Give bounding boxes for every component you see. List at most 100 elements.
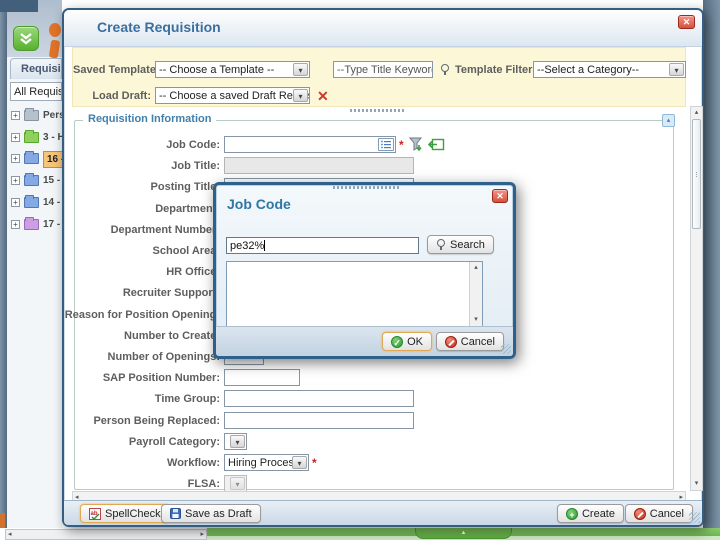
field-label-department: Department: <box>64 203 220 215</box>
close-icon[interactable]: ✕ <box>492 189 508 203</box>
tree-expand-icon[interactable]: + <box>11 198 20 207</box>
field-workflow-select[interactable]: Hiring Process▾ <box>224 454 309 471</box>
field-control <box>224 369 300 386</box>
import-position-icon[interactable] <box>428 138 445 151</box>
collapse-section-icon[interactable]: ▴ <box>662 114 675 127</box>
title-keywords-input[interactable]: --Type Title Keyword(s)-- <box>333 61 433 78</box>
folder-icon <box>24 219 39 230</box>
dropdown-arrow-icon[interactable]: ▾ <box>669 63 684 76</box>
filter-icon[interactable] <box>408 137 424 152</box>
field-label-school_area: School Area: <box>64 245 220 257</box>
field-flsa-select[interactable]: ▾ <box>224 475 247 491</box>
page-right-edge <box>703 0 720 528</box>
ok-label: OK <box>407 336 423 348</box>
footer-expander-tab[interactable]: ▲ <box>415 528 512 539</box>
double-chevron-down-icon <box>19 33 33 45</box>
jobcode-search-input[interactable]: pe32% <box>226 237 419 254</box>
close-icon[interactable]: ✕ <box>678 15 695 29</box>
load-draft-label: Load Draft: <box>73 90 151 102</box>
delete-draft-icon[interactable]: ✕ <box>317 88 329 105</box>
scroll-left-icon[interactable]: ◂ <box>8 530 12 539</box>
requisition-filter-select[interactable]: All Requisitions <box>10 82 62 101</box>
field-label-hr_office: HR Office: <box>64 266 220 278</box>
ok-button[interactable]: ✓ OK <box>382 332 432 351</box>
tree-expand-icon[interactable]: + <box>11 154 20 163</box>
dropdown-arrow-icon[interactable]: ▾ <box>293 63 308 76</box>
cancel-button[interactable]: Cancel <box>625 504 693 523</box>
create-button[interactable]: + Create <box>557 504 624 523</box>
field-label-department_number: Department Number: <box>64 224 220 236</box>
field-label-workflow: Workflow: <box>64 457 220 469</box>
tree-expand-icon[interactable]: + <box>11 133 20 142</box>
dropdown-arrow-icon[interactable]: ▾ <box>292 456 307 469</box>
dropdown-arrow-icon[interactable]: ▾ <box>230 435 245 448</box>
panel-splitter-handle[interactable] <box>350 109 406 112</box>
cancel-button[interactable]: Cancel <box>436 332 504 351</box>
field-job_title-input[interactable] <box>224 157 414 174</box>
tree-item[interactable]: +Perso <box>7 106 62 126</box>
load-draft-value: -- Choose a saved Draft Requisition -- <box>159 90 310 102</box>
dialog-titlebar[interactable]: Create Requisition <box>64 10 702 47</box>
page-top-corner <box>0 0 38 12</box>
tree-expand-icon[interactable]: + <box>11 220 20 229</box>
field-person_being_replaced-input[interactable] <box>224 412 414 429</box>
field-label-person_being_replaced: Person Being Replaced: <box>64 415 220 427</box>
tree-expand-icon[interactable]: + <box>11 111 20 120</box>
dropdown-arrow-icon[interactable]: ▾ <box>230 477 245 490</box>
plus-icon: + <box>566 508 578 520</box>
page-horizontal-scrollbar[interactable]: ◂ ▸ <box>5 529 207 540</box>
field-control <box>224 390 414 407</box>
scroll-down-icon[interactable]: ▾ <box>691 479 702 489</box>
template-filters-select[interactable]: --Select a Category-- ▾ <box>533 61 686 78</box>
collapse-panel-button[interactable] <box>13 26 39 51</box>
spellcheck-button[interactable]: ab SpellCheck <box>80 504 170 523</box>
tree-item[interactable]: +16 - <box>7 149 62 169</box>
form-row: SAP Position Number: <box>64 369 686 388</box>
scroll-down-icon[interactable]: ▾ <box>470 315 482 325</box>
vertical-scroll-thumb[interactable] <box>692 119 701 229</box>
dialog-vertical-scrollbar[interactable]: ▴ ▾ <box>690 106 703 491</box>
required-marker: * <box>399 138 404 152</box>
jobcode-search-button[interactable]: Search <box>427 235 494 254</box>
field-control: ▾ <box>224 475 247 491</box>
form-row: Workflow: Hiring Process▾* <box>64 454 686 473</box>
field-job_code-input[interactable] <box>224 136 396 153</box>
field-control: Hiring Process▾* <box>224 454 317 471</box>
field-workflow-value: Hiring Process <box>228 457 300 469</box>
scroll-up-icon[interactable]: ▴ <box>691 108 702 118</box>
scroll-right-icon[interactable]: ▸ <box>200 530 204 539</box>
field-payroll_category-select[interactable]: ▾ <box>224 433 247 450</box>
tree-item[interactable]: +17 - <box>7 215 62 235</box>
jobcode-dialog-footer: ✓ OK Cancel <box>216 326 513 356</box>
field-label-job_code: Job Code: <box>64 139 220 151</box>
save-as-draft-button[interactable]: Save as Draft <box>161 504 261 523</box>
field-time_group-input[interactable] <box>224 390 414 407</box>
template-filters-label: Template Filters: <box>455 64 531 76</box>
check-icon: ✓ <box>391 336 403 348</box>
saved-templates-label: Saved Templates: <box>73 64 151 76</box>
cancel-label: Cancel <box>650 508 684 520</box>
tree-expand-icon[interactable]: + <box>11 176 20 185</box>
dialog-drag-handle[interactable] <box>333 186 399 189</box>
folder-icon <box>24 110 39 121</box>
tree-item-label: 14 - <box>43 197 62 208</box>
field-control: ▾ <box>224 433 247 450</box>
job-code-lookup-button[interactable] <box>378 138 394 151</box>
field-label-number_to_create: Number to Create: <box>64 330 220 342</box>
listbox-scrollbar[interactable]: ▴ ▾ <box>469 262 482 326</box>
dropdown-arrow-icon[interactable]: ▾ <box>293 89 308 102</box>
jobcode-dialog-title: Job Code <box>227 196 291 212</box>
sidebar-footer-fragment <box>0 513 5 528</box>
saved-templates-select[interactable]: -- Choose a Template -- ▾ <box>155 61 310 78</box>
tree-item[interactable]: +14 - <box>7 193 62 213</box>
spellcheck-icon: ab <box>89 508 101 520</box>
field-sap_position_number-input[interactable] <box>224 369 300 386</box>
tab-requisitions[interactable]: Requisitions <box>10 58 62 79</box>
load-draft-select[interactable]: -- Choose a saved Draft Requisition -- ▾ <box>155 87 310 104</box>
tree-item[interactable]: +15 - <box>7 171 62 191</box>
search-icon[interactable] <box>440 64 450 75</box>
scroll-up-icon[interactable]: ▴ <box>470 263 482 273</box>
jobcode-results-listbox[interactable]: ▴ ▾ <box>226 261 483 327</box>
template-filters-value: --Select a Category-- <box>537 64 639 76</box>
tree-item[interactable]: +3 - H <box>7 128 62 148</box>
